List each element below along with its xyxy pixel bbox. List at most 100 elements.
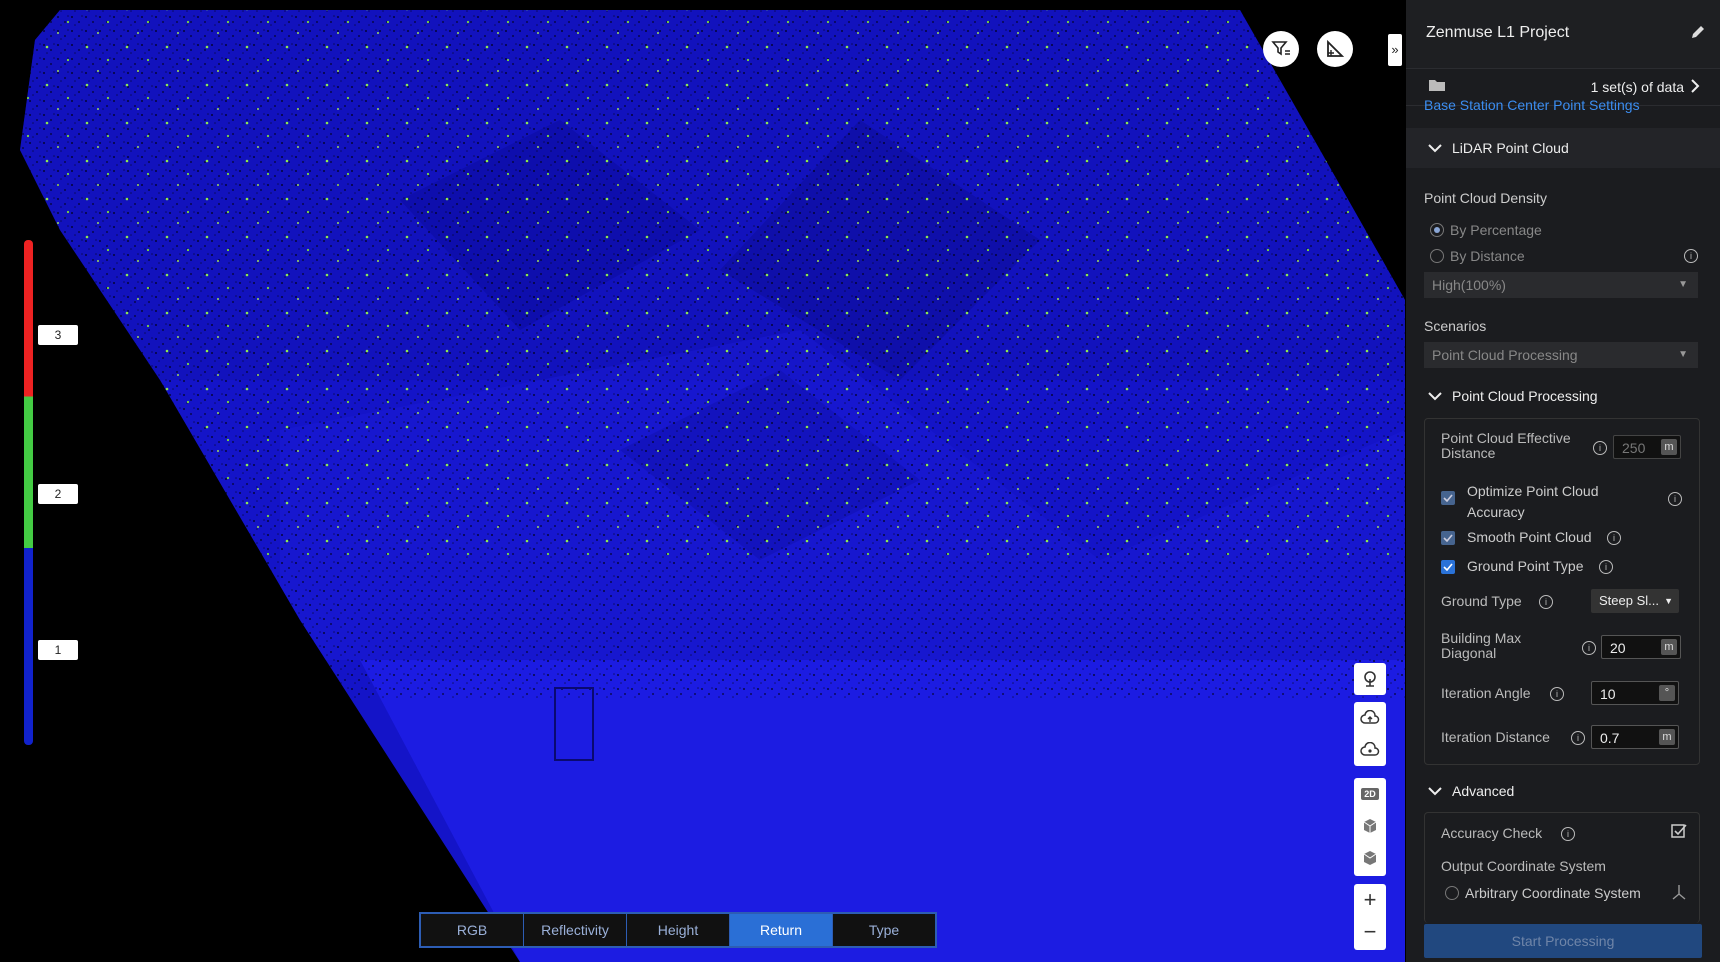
pencil-icon xyxy=(1692,26,1704,38)
checkmark-icon xyxy=(1443,534,1453,542)
settings-panel: Zenmuse L1 Project 1 set(s) of data Base… xyxy=(1406,0,1720,962)
info-icon[interactable]: i xyxy=(1561,827,1575,841)
data-count: 1 set(s) of data xyxy=(1590,79,1684,95)
effective-distance-value: 250 xyxy=(1622,440,1646,456)
smooth-checkbox[interactable] xyxy=(1441,531,1455,545)
radio-dot xyxy=(1430,223,1444,237)
optimize-checkbox[interactable] xyxy=(1441,491,1455,505)
view-2d-label: 2D xyxy=(1361,788,1379,800)
zoom-in-button[interactable]: + xyxy=(1354,884,1386,916)
mode-return[interactable]: Return xyxy=(730,914,833,946)
mode-height[interactable]: Height xyxy=(627,914,730,946)
toolbar-group-1 xyxy=(1354,663,1386,695)
point-cloud-render xyxy=(20,10,1405,962)
point-cloud-viewport[interactable]: 3 2 1 » 2D + − RGB Reflectivity Height R… xyxy=(0,0,1405,962)
unit-label: ° xyxy=(1659,685,1675,701)
iteration-distance-value: 0.7 xyxy=(1600,730,1620,746)
ground-point-checkbox[interactable] xyxy=(1441,560,1455,574)
info-icon[interactable]: i xyxy=(1571,731,1585,745)
info-icon[interactable]: i xyxy=(1582,641,1596,655)
density-select[interactable]: High(100%) ▼ xyxy=(1424,272,1698,298)
edit-button[interactable] xyxy=(1690,24,1706,45)
ground-type-label: Ground Type xyxy=(1441,593,1522,609)
output-coord-label: Output Coordinate System xyxy=(1441,858,1606,874)
info-icon[interactable]: i xyxy=(1668,492,1682,506)
ground-type-value: Steep Sl... xyxy=(1599,593,1659,608)
cube-icon xyxy=(1363,819,1377,833)
iteration-distance-label: Iteration Distance xyxy=(1441,729,1550,745)
smooth-label: Smooth Point Cloud xyxy=(1467,529,1592,545)
iteration-angle-label: Iteration Angle xyxy=(1441,685,1531,701)
legend-label-1: 1 xyxy=(38,640,78,660)
section-advanced-title: Advanced xyxy=(1452,783,1515,799)
building-max-input[interactable]: 20 m xyxy=(1601,635,1681,659)
ground-type-select[interactable]: Steep Sl... ▼ xyxy=(1591,589,1679,613)
radio-by-percentage-label: By Percentage xyxy=(1450,222,1542,238)
density-label: Point Cloud Density xyxy=(1424,190,1547,206)
cloud-upload-button[interactable] xyxy=(1354,702,1386,734)
legend-label-2: 2 xyxy=(38,484,78,504)
measure-icon xyxy=(1327,39,1345,57)
scenarios-select[interactable]: Point Cloud Processing ▼ xyxy=(1424,342,1698,368)
dropdown-arrow-icon: ▼ xyxy=(1678,279,1688,290)
checkmark-icon xyxy=(1443,494,1453,502)
legend-label-3: 3 xyxy=(38,325,78,345)
radio-by-percentage[interactable]: By Percentage xyxy=(1430,222,1542,238)
coordinate-axes-icon xyxy=(1671,884,1687,905)
filter-button[interactable] xyxy=(1263,31,1299,67)
checkmark-icon xyxy=(1443,563,1453,571)
info-icon[interactable]: i xyxy=(1599,560,1613,574)
view-2d-button[interactable]: 2D xyxy=(1354,778,1386,810)
view-3d-button[interactable] xyxy=(1354,810,1386,842)
iteration-distance-input[interactable]: 0.7 m xyxy=(1591,725,1679,749)
unit-label: m xyxy=(1661,639,1677,655)
measure-button[interactable] xyxy=(1317,31,1353,67)
processing-box: Point Cloud Effective Distance i 250 m Op… xyxy=(1424,418,1700,765)
mode-reflectivity[interactable]: Reflectivity xyxy=(524,914,627,946)
info-icon[interactable]: i xyxy=(1684,249,1698,263)
effective-distance-input: 250 m xyxy=(1613,435,1681,459)
folder-icon xyxy=(1428,78,1446,97)
zoom-controls: + − xyxy=(1354,884,1386,950)
point-cloud-view-button[interactable] xyxy=(1354,663,1386,695)
effective-distance-label: Point Cloud Effective Distance xyxy=(1441,430,1571,461)
info-icon[interactable]: i xyxy=(1550,687,1564,701)
info-icon[interactable]: i xyxy=(1607,531,1621,545)
iteration-angle-input[interactable]: 10 ° xyxy=(1591,681,1679,705)
toolbar-group-3: 2D xyxy=(1354,778,1386,876)
base-station-link[interactable]: Base Station Center Point Settings xyxy=(1424,97,1640,113)
view-box-button[interactable] xyxy=(1354,842,1386,874)
ground-point-label: Ground Point Type xyxy=(1467,558,1584,574)
section-lidar[interactable]: LiDAR Point Cloud xyxy=(1406,128,1720,168)
box-icon xyxy=(1363,851,1377,865)
filter-icon xyxy=(1271,41,1290,56)
dropdown-arrow-icon: ▼ xyxy=(1678,349,1688,360)
info-icon[interactable]: i xyxy=(1593,441,1607,455)
zoom-out-button[interactable]: − xyxy=(1354,916,1386,948)
radio-by-distance-label: By Distance xyxy=(1450,248,1525,264)
chevron-right-icon xyxy=(1690,79,1700,96)
mode-rgb[interactable]: RGB xyxy=(421,914,524,946)
radio-arbitrary-coord-label: Arbitrary Coordinate System xyxy=(1465,885,1641,901)
accuracy-check-label: Accuracy Check xyxy=(1441,825,1543,841)
cloud-view-button[interactable] xyxy=(1354,734,1386,766)
section-advanced[interactable]: Advanced xyxy=(1406,771,1720,811)
mode-type[interactable]: Type xyxy=(833,914,935,946)
scenarios-select-value: Point Cloud Processing xyxy=(1432,347,1578,363)
project-title: Zenmuse L1 Project xyxy=(1426,24,1570,41)
chevron-down-icon xyxy=(1426,139,1444,157)
radio-by-distance[interactable]: By Distance xyxy=(1430,248,1525,264)
iteration-angle-value: 10 xyxy=(1600,686,1616,702)
unit-label: m xyxy=(1659,729,1675,745)
cloud-upload-icon xyxy=(1360,710,1380,724)
radio-arbitrary-coord[interactable]: Arbitrary Coordinate System xyxy=(1445,885,1641,901)
tree-cloud-icon xyxy=(1364,671,1376,687)
info-icon[interactable]: i xyxy=(1539,595,1553,609)
collapse-panel-button[interactable]: » xyxy=(1388,34,1402,66)
section-lidar-title: LiDAR Point Cloud xyxy=(1452,140,1569,156)
color-mode-switcher: RGB Reflectivity Height Return Type xyxy=(419,912,937,948)
accuracy-check-toggle[interactable] xyxy=(1671,823,1687,844)
section-processing[interactable]: Point Cloud Processing xyxy=(1406,376,1720,416)
start-processing-button[interactable]: Start Processing xyxy=(1424,924,1702,958)
section-processing-title: Point Cloud Processing xyxy=(1452,388,1598,404)
